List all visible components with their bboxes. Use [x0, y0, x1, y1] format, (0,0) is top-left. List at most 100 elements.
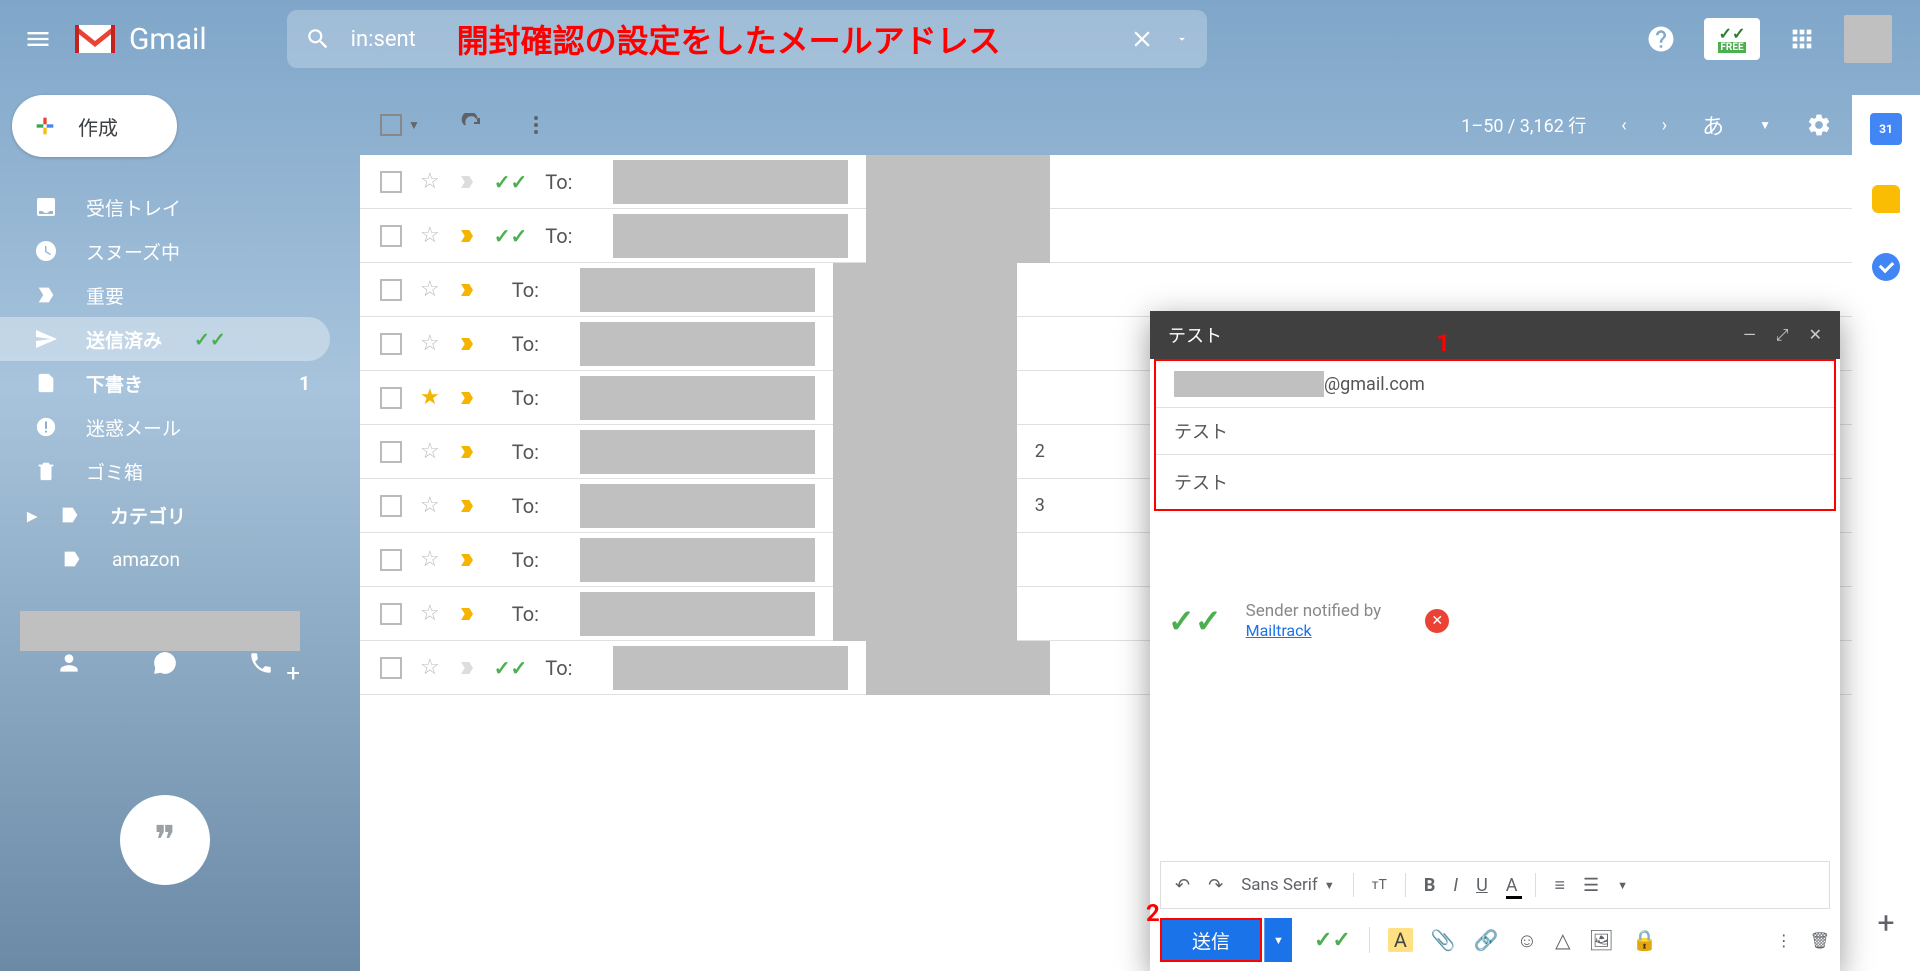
- text-color-icon[interactable]: A: [1506, 875, 1518, 896]
- star-icon[interactable]: ☆: [420, 277, 440, 302]
- hangouts-icon[interactable]: [152, 650, 178, 676]
- keep-icon[interactable]: [1872, 185, 1900, 213]
- email-row[interactable]: ☆✓✓To:: [360, 209, 1852, 263]
- row-checkbox[interactable]: [380, 657, 402, 679]
- importance-icon[interactable]: [458, 173, 476, 191]
- search-options-icon[interactable]: [1175, 32, 1189, 46]
- body-text[interactable]: テスト: [1156, 455, 1834, 509]
- compose-button[interactable]: 作成: [12, 95, 177, 157]
- select-all-checkbox[interactable]: [380, 114, 402, 136]
- row-checkbox[interactable]: [380, 279, 402, 301]
- row-checkbox[interactable]: [380, 603, 402, 625]
- confidential-icon[interactable]: 🔒: [1632, 928, 1657, 952]
- sidebar-item-categories[interactable]: ▸ カテゴリ: [0, 493, 330, 537]
- discard-icon[interactable]: 🗑: [1810, 931, 1830, 950]
- formatting-icon[interactable]: A: [1388, 928, 1413, 952]
- mailtrack-toggle-icon[interactable]: ✓✓: [1314, 928, 1351, 953]
- sidebar-item-inbox[interactable]: 受信トレイ: [0, 185, 330, 229]
- importance-icon[interactable]: [458, 551, 476, 569]
- more-icon[interactable]: ⋮: [1776, 931, 1792, 950]
- importance-icon[interactable]: [458, 659, 476, 677]
- contacts-icon[interactable]: [56, 650, 82, 676]
- email-row[interactable]: ☆To:: [360, 263, 1852, 317]
- sidebar-item-snoozed[interactable]: スヌーズ中: [0, 229, 330, 273]
- send-button[interactable]: 送信: [1160, 918, 1262, 962]
- main-menu-button[interactable]: [10, 11, 66, 67]
- star-icon[interactable]: ☆: [420, 655, 440, 680]
- row-checkbox[interactable]: [380, 495, 402, 517]
- compose-header[interactable]: テスト — ⤢ ✕: [1150, 311, 1840, 359]
- importance-icon[interactable]: [458, 335, 476, 353]
- row-checkbox[interactable]: [380, 225, 402, 247]
- more-icon[interactable]: [524, 113, 548, 137]
- prev-page-button[interactable]: ‹: [1621, 115, 1626, 136]
- select-dropdown-icon[interactable]: ▼: [408, 118, 420, 132]
- importance-icon[interactable]: [458, 389, 476, 407]
- search-input[interactable]: in:sent: [351, 27, 416, 52]
- list-icon[interactable]: ☰: [1583, 875, 1599, 896]
- star-icon[interactable]: ☆: [420, 493, 440, 518]
- mailtrack-extension-badge[interactable]: ✓✓ FREE: [1704, 18, 1760, 60]
- bold-icon[interactable]: B: [1424, 875, 1436, 896]
- star-icon[interactable]: ☆: [420, 331, 440, 356]
- importance-icon[interactable]: [458, 227, 476, 245]
- calendar-icon[interactable]: 31: [1870, 113, 1902, 145]
- importance-icon[interactable]: [458, 443, 476, 461]
- more-format-icon[interactable]: ▼: [1617, 879, 1628, 892]
- remove-signature-button[interactable]: ✕: [1425, 609, 1449, 633]
- font-dropdown[interactable]: Sans Serif▼: [1241, 875, 1335, 895]
- apps-grid-icon[interactable]: [1788, 25, 1816, 53]
- refresh-icon[interactable]: [460, 113, 484, 137]
- add-addon-button[interactable]: +: [1877, 906, 1894, 941]
- send-options-dropdown[interactable]: ▼: [1264, 918, 1292, 962]
- sidebar-item-sent[interactable]: 送信済み ✓✓: [0, 317, 330, 361]
- image-icon[interactable]: 🖼: [1589, 928, 1614, 952]
- redo-icon[interactable]: ↷: [1208, 875, 1223, 896]
- importance-icon[interactable]: [458, 605, 476, 623]
- to-field[interactable]: @gmail.com: [1156, 361, 1834, 408]
- importance-icon[interactable]: [458, 497, 476, 515]
- close-icon[interactable]: ✕: [1809, 325, 1822, 345]
- row-checkbox[interactable]: [380, 441, 402, 463]
- star-icon[interactable]: ☆: [420, 439, 440, 464]
- star-icon[interactable]: ☆: [420, 223, 440, 248]
- star-icon[interactable]: ☆: [420, 547, 440, 572]
- importance-icon[interactable]: [458, 281, 476, 299]
- minimize-icon[interactable]: —: [1743, 325, 1756, 345]
- undo-icon[interactable]: ↶: [1175, 875, 1190, 896]
- sidebar-item-trash[interactable]: ゴミ箱: [0, 449, 330, 493]
- italic-icon[interactable]: I: [1453, 875, 1458, 896]
- search-bar[interactable]: in:sent 開封確認の設定をしたメールアドレス: [287, 10, 1207, 68]
- star-icon[interactable]: ☆: [420, 601, 440, 626]
- help-icon[interactable]: [1646, 24, 1676, 54]
- emoji-icon[interactable]: ☺: [1517, 928, 1537, 953]
- clear-search-icon[interactable]: [1129, 26, 1155, 52]
- sidebar-item-amazon[interactable]: amazon: [0, 537, 330, 581]
- hangouts-bubble[interactable]: ❞: [120, 795, 210, 885]
- drive-icon[interactable]: △: [1555, 928, 1570, 952]
- gmail-logo[interactable]: Gmail: [71, 21, 207, 57]
- settings-icon[interactable]: [1806, 112, 1832, 138]
- ime-dropdown-icon[interactable]: ▼: [1759, 118, 1771, 132]
- font-size-icon[interactable]: тT: [1372, 877, 1387, 893]
- account-avatar[interactable]: [1844, 15, 1892, 63]
- star-icon[interactable]: ★: [420, 385, 440, 410]
- link-icon[interactable]: 🔗: [1474, 928, 1499, 952]
- email-row[interactable]: ☆✓✓To:: [360, 155, 1852, 209]
- row-checkbox[interactable]: [380, 333, 402, 355]
- underline-icon[interactable]: U: [1476, 875, 1488, 896]
- fullscreen-icon[interactable]: ⤢: [1776, 325, 1789, 345]
- sidebar-item-spam[interactable]: 迷惑メール: [0, 405, 330, 449]
- next-page-button[interactable]: ›: [1662, 115, 1667, 136]
- attach-icon[interactable]: 📎: [1431, 928, 1456, 952]
- row-checkbox[interactable]: [380, 549, 402, 571]
- ime-indicator[interactable]: あ: [1702, 109, 1724, 141]
- align-icon[interactable]: ≡: [1554, 875, 1565, 896]
- mailtrack-link[interactable]: Mailtrack: [1246, 621, 1312, 640]
- row-checkbox[interactable]: [380, 387, 402, 409]
- row-checkbox[interactable]: [380, 171, 402, 193]
- sidebar-item-important[interactable]: 重要: [0, 273, 330, 317]
- star-icon[interactable]: ☆: [420, 169, 440, 194]
- sidebar-item-drafts[interactable]: 下書き 1: [0, 361, 330, 405]
- tasks-icon[interactable]: [1872, 253, 1900, 281]
